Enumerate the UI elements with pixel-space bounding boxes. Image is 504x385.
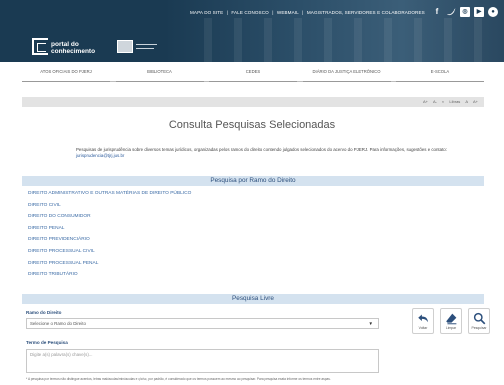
twitter-icon[interactable] — [446, 7, 456, 17]
branch-list: DIREITO ADMINISTRATIVO E OUTRAS MATÉRIAS… — [28, 188, 468, 281]
search-footnote: * A pesquisa por termos não distingue ac… — [26, 377, 331, 381]
top-link-sitemap[interactable]: MAPA DO SITE — [190, 10, 223, 15]
top-link-contact[interactable]: FALE CONOSCO — [231, 10, 268, 15]
free-search-header: Pesquisa Livre — [22, 294, 484, 304]
intro-text: Pesquisas de jurisprudência sobre divers… — [76, 147, 447, 159]
facebook-icon[interactable]: f — [432, 7, 442, 17]
branch-select-value: Selecione o Ramo do Direito — [30, 321, 86, 326]
flickr-icon[interactable]: ● — [488, 7, 498, 17]
font-increase-button[interactable]: A+ — [423, 99, 428, 104]
nav-item-atos[interactable]: ATOS OFICIAIS DO PJERJ — [22, 66, 110, 82]
youtube-icon[interactable]: ▶ — [474, 7, 484, 17]
instagram-icon[interactable]: ◎ — [460, 7, 470, 17]
court-seal-caption: ▬▬▬▬▬▬▬ ▬▬▬▬▬▬ — [136, 42, 157, 50]
font-large-button[interactable]: A+ — [473, 99, 478, 104]
top-link-staff[interactable]: MAGISTRADOS, SERVIDORES E COLABORADORES — [307, 10, 425, 15]
back-button[interactable]: Voltar — [412, 308, 434, 334]
accessibility-bar: A+ A- ◐ Libras A A+ — [22, 97, 484, 107]
search-actions: Voltar Limpar Pesquisar — [412, 308, 490, 334]
libras-button[interactable]: Libras — [449, 99, 460, 104]
term-input[interactable]: Digite a(s) palavra(s) chave(s)... — [26, 349, 379, 373]
nav-item-diario[interactable]: DIÁRIO DA JUSTIÇA ELETRÔNICO — [302, 66, 391, 82]
font-decrease-button[interactable]: A- — [433, 99, 437, 104]
nav-item-escola[interactable]: E-SCOLA — [396, 66, 484, 82]
branch-link-processual-penal[interactable]: DIREITO PROCESSUAL PENAL — [28, 258, 468, 270]
branch-link-processual-civil[interactable]: DIREITO PROCESSUAL CIVIL — [28, 246, 468, 258]
nav-item-cedes[interactable]: CEDES — [209, 66, 297, 82]
branch-link-previdenciario[interactable]: DIREITO PREVIDENCIÁRIO — [28, 234, 468, 246]
nav-item-biblioteca[interactable]: BIBLIOTECA — [115, 66, 204, 82]
back-arrow-icon — [417, 314, 428, 323]
contrast-icon[interactable]: ◐ — [442, 99, 444, 104]
main-nav: ATOS OFICIAIS DO PJERJ BIBLIOTECA CEDES … — [22, 66, 484, 82]
chevron-down-icon: ▼ — [368, 321, 373, 326]
term-label: Termo de Pesquisa — [26, 340, 68, 345]
page-title: Consulta Pesquisas Selecionadas — [168, 119, 336, 131]
top-links: MAPA DO SITE | FALE CONOSCO | WEBMAIL | … — [190, 10, 425, 15]
clear-button[interactable]: Limpar — [440, 308, 462, 334]
social-icons: f ◎ ▶ ● — [432, 7, 498, 17]
logo-mark-icon — [32, 38, 48, 55]
branch-section-header: Pesquisa por Ramo do Direito — [22, 176, 484, 186]
eraser-icon — [445, 313, 456, 325]
branch-link-civil[interactable]: DIREITO CIVIL — [28, 200, 468, 212]
branch-link-penal[interactable]: DIREITO PENAL — [28, 223, 468, 235]
branch-label: Ramo do Direito — [26, 310, 62, 315]
search-icon — [473, 312, 485, 325]
portal-logo[interactable]: portal do conhecimento — [32, 38, 95, 55]
search-button[interactable]: Pesquisar — [468, 308, 490, 334]
logo-text: portal do conhecimento — [51, 41, 96, 55]
court-seal-icon — [117, 40, 133, 53]
site-header: MAPA DO SITE | FALE CONOSCO | WEBMAIL | … — [0, 0, 504, 62]
font-normal-button[interactable]: A — [465, 99, 468, 104]
branch-link-administrativo[interactable]: DIREITO ADMINISTRATIVO E OUTRAS MATÉRIAS… — [28, 188, 468, 200]
branch-select[interactable]: Selecione o Ramo do Direito ▼ — [26, 318, 379, 329]
contact-email-link[interactable]: jurisprudencia@tjrj.jus.br — [76, 153, 124, 158]
branch-link-tributario[interactable]: DIREITO TRIBUTÁRIO — [28, 269, 468, 281]
branch-link-consumidor[interactable]: DIREITO DO CONSUMIDOR — [28, 211, 468, 223]
top-link-webmail[interactable]: WEBMAIL — [277, 10, 299, 15]
